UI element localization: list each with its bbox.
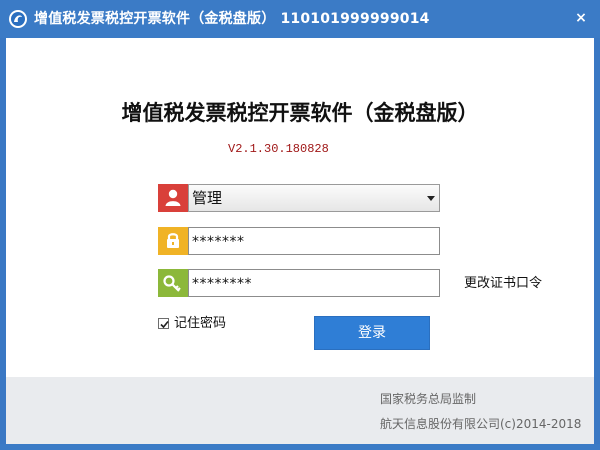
- footer: 国家税务总局监制 航天信息股份有限公司(c)2014-2018: [6, 377, 594, 444]
- chevron-down-icon[interactable]: [427, 196, 435, 201]
- password-input[interactable]: *******: [188, 227, 440, 255]
- cert-password-input[interactable]: ********: [188, 269, 440, 297]
- user-row: 管理: [158, 184, 440, 212]
- window-bottom-border: [0, 444, 600, 450]
- copyright-text: 航天信息股份有限公司(c)2014-2018: [380, 417, 582, 431]
- title-bar[interactable]: 增值税发票税控开票软件（金税盘版） 110101999999014 ×: [0, 0, 600, 38]
- page-title: 增值税发票税控开票软件（金税盘版）: [121, 101, 479, 125]
- password-value: *******: [192, 234, 245, 250]
- close-button[interactable]: ×: [570, 8, 592, 28]
- user-icon: [158, 184, 188, 212]
- login-window: 增值税发票税控开票软件（金税盘版） 110101999999014 × 增值税发…: [0, 0, 600, 450]
- user-select[interactable]: 管理: [188, 184, 440, 212]
- cert-password-row: ********: [158, 269, 440, 297]
- app-logo-icon: [8, 9, 28, 29]
- remember-password-checkbox[interactable]: [158, 318, 169, 329]
- window-title: 增值税发票税控开票软件（金税盘版） 110101999999014: [34, 11, 430, 27]
- lock-icon: [158, 227, 188, 255]
- login-button[interactable]: 登录: [314, 316, 430, 350]
- password-row: *******: [158, 227, 440, 255]
- user-select-value: 管理: [192, 189, 223, 207]
- key-icon: [158, 269, 188, 297]
- cert-password-value: ********: [192, 276, 252, 292]
- login-panel: 增值税发票税控开票软件（金税盘版） V2.1.30.180828 管理 ****…: [6, 38, 594, 377]
- version-label: V2.1.30.180828: [228, 142, 329, 156]
- supervisor-text: 国家税务总局监制: [380, 392, 477, 406]
- change-cert-password-link[interactable]: 更改证书口令: [464, 276, 542, 292]
- remember-password-label: 记住密码: [174, 316, 227, 331]
